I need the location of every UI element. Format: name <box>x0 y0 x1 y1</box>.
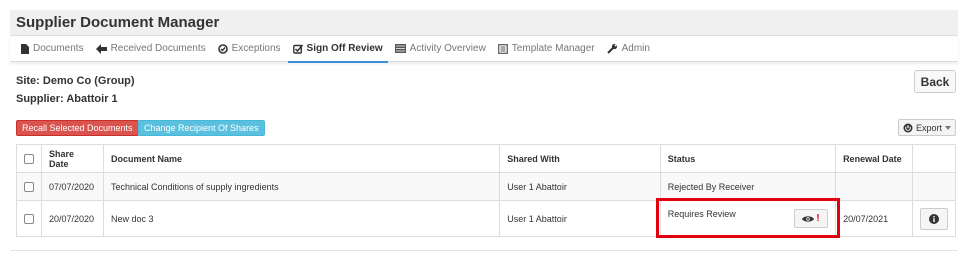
select-all-checkbox[interactable] <box>24 153 34 164</box>
export-button[interactable]: Export <box>898 119 956 136</box>
tab-template-manager[interactable]: Template Manager <box>497 36 595 62</box>
shared-with: User 1 Abattoir <box>499 172 661 201</box>
tab-received-documents[interactable]: Received Documents <box>95 36 206 62</box>
change-recipient-button[interactable]: Change Recipient Of Shares <box>138 120 265 136</box>
column-header[interactable]: Status <box>659 144 837 173</box>
row-select-cell <box>16 172 42 201</box>
renewal-date: 20/07/2021 <box>835 200 913 237</box>
share-date: 07/07/2020 <box>41 172 104 201</box>
app-header: Supplier Document Manager <box>10 10 958 36</box>
column-header-actions <box>911 144 957 173</box>
supplier-name: Supplier: Abattoir 1 <box>16 93 118 105</box>
review-document-button[interactable]: ! <box>794 209 829 228</box>
tab-label: Exceptions <box>231 43 281 54</box>
row-checkbox[interactable] <box>24 213 34 224</box>
select-all-cell <box>16 144 42 173</box>
status: Requires Review <box>667 209 736 219</box>
file-icon <box>21 43 29 54</box>
wrench-icon <box>606 43 617 54</box>
site-info: Site: Demo Co (Group) Supplier: Abattoir… <box>16 72 135 108</box>
table-row[interactable]: 07/07/2020 Technical Conditions of suppl… <box>16 172 957 201</box>
table-row[interactable]: 20/07/2020 New doc 3 User 1 Abattoir Req… <box>16 200 957 237</box>
tab-label: Activity Overview <box>409 43 486 54</box>
recall-selected-documents-button[interactable]: Recall Selected Documents <box>16 120 139 136</box>
table-header-row: Share Date Document Name Shared With Sta… <box>16 144 957 173</box>
row-actions <box>911 172 957 201</box>
check-circle-icon <box>217 43 228 54</box>
export-label: Export <box>915 122 942 133</box>
row-actions <box>911 200 957 237</box>
documents-table: Share Date Document Name Shared With Sta… <box>16 144 957 237</box>
tab-admin[interactable]: Admin <box>606 36 650 62</box>
tab-exceptions[interactable]: Exceptions <box>217 36 281 62</box>
document-name: Technical Conditions of supply ingredien… <box>102 172 501 201</box>
template-icon <box>497 43 508 54</box>
column-header[interactable]: Renewal Date <box>835 144 913 173</box>
tab-sign-off-review[interactable]: Sign Off Review <box>287 36 388 63</box>
tab-label: Received Documents <box>110 43 206 54</box>
list-icon <box>394 44 406 53</box>
column-header[interactable]: Shared With <box>499 144 661 173</box>
row-checkbox[interactable] <box>24 181 34 192</box>
column-header[interactable]: Document Name <box>102 144 501 173</box>
app-title: Supplier Document Manager <box>16 14 220 31</box>
tab-label: Admin <box>621 43 650 54</box>
tab-activity-overview[interactable]: Activity Overview <box>394 36 486 62</box>
tab-label: Template Manager <box>511 43 595 54</box>
document-name: New doc 3 <box>102 200 501 237</box>
renewal-date <box>835 172 913 201</box>
alert-icon: ! <box>816 213 820 224</box>
tab-label: Documents <box>33 43 84 54</box>
row-select-cell <box>16 200 42 237</box>
info-icon <box>928 213 939 224</box>
eye-icon <box>802 215 815 222</box>
tab-label: Sign Off Review <box>306 43 383 54</box>
status-cell: Requires Review ! <box>659 200 837 237</box>
shared-with: User 1 Abattoir <box>499 200 661 237</box>
share-date: 20/07/2020 <box>41 200 104 237</box>
column-header[interactable]: Share Date <box>41 144 104 173</box>
nav-tabs: Documents Received Documents Exceptions … <box>10 36 958 63</box>
info-button[interactable] <box>919 207 948 230</box>
power-icon <box>903 123 913 132</box>
status: Rejected By Receiver <box>659 172 837 201</box>
checkbox-icon <box>292 44 303 54</box>
arrow-left-icon <box>95 43 107 54</box>
caret-down-icon <box>945 125 951 130</box>
divider <box>10 250 958 251</box>
tab-documents[interactable]: Documents <box>20 36 84 62</box>
site-name: Site: Demo Co (Group) <box>16 75 135 87</box>
back-button[interactable]: Back <box>914 70 956 93</box>
